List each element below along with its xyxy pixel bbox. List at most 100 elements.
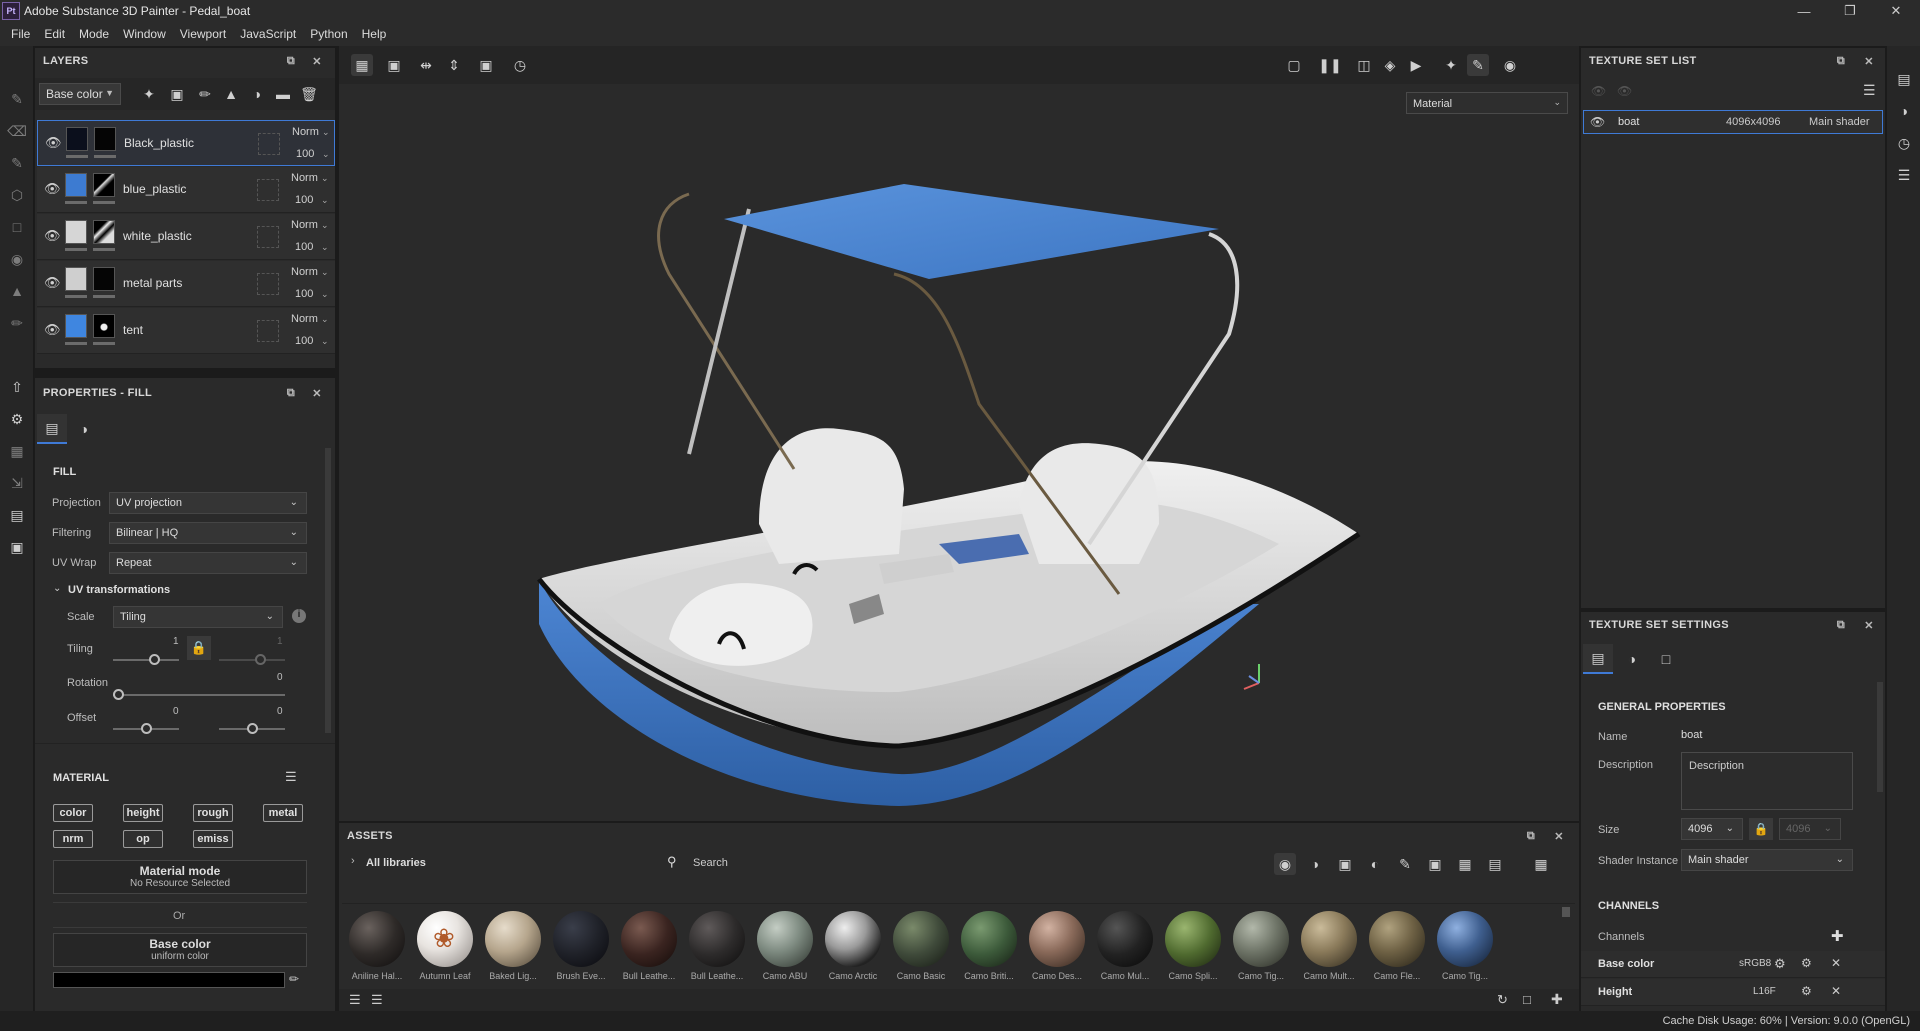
asset-thumbnail[interactable] <box>1097 911 1153 967</box>
add-folder-icon[interactable]: ▬ <box>273 84 293 104</box>
log-icon[interactable]: ☰ <box>1893 164 1915 186</box>
remove-channel-icon[interactable]: ✕ <box>1831 956 1841 970</box>
tab-uv-icon[interactable]: □ <box>1651 644 1681 674</box>
visibility-icon[interactable]: 👁 <box>1591 84 1606 98</box>
display-settings-icon[interactable]: ▤ <box>6 504 28 526</box>
float-panel-icon[interactable]: ⧉ <box>283 53 299 69</box>
chevron-down-icon[interactable]: ⌄ <box>53 583 61 594</box>
search-input[interactable]: ⚲ Search <box>661 852 1261 874</box>
projection-icon[interactable]: ✎ <box>6 152 28 174</box>
color-swatch[interactable] <box>53 972 285 988</box>
screenshot-icon[interactable]: ◉ <box>1499 54 1521 76</box>
generators-filter-icon[interactable]: ◐ <box>1364 853 1386 875</box>
asset-thumbnail[interactable] <box>1301 911 1357 967</box>
chip-op[interactable]: op <box>123 830 163 848</box>
asset-thumbnail[interactable] <box>553 911 609 967</box>
grid-options-icon[interactable]: ▣ <box>383 54 405 76</box>
list-view-icon[interactable]: ☰ <box>349 992 361 1008</box>
camera-icon[interactable]: ▶ <box>1405 54 1427 76</box>
filter-icon[interactable]: ☰ <box>371 992 383 1008</box>
asset-thumbnail[interactable] <box>961 911 1017 967</box>
layer-opacity[interactable]: 100 <box>295 241 313 253</box>
scale-select[interactable]: Tiling ⌄ <box>113 606 283 628</box>
maximize-icon[interactable]: ❐ <box>1830 0 1870 22</box>
close-panel-icon[interactable]: ✕ <box>1861 53 1877 69</box>
name-value[interactable]: boat <box>1681 729 1702 741</box>
align-icon[interactable]: ⇕ <box>443 54 465 76</box>
viewport-mode-icon[interactable]: ◫ <box>1353 54 1375 76</box>
color-picker-icon[interactable]: ✏ <box>6 312 28 334</box>
tab-settings[interactable]: ▤ <box>1583 644 1613 674</box>
clone-stamp-icon[interactable]: ▲ <box>6 280 28 302</box>
chip-emiss[interactable]: emiss <box>193 830 233 848</box>
texture-set-icon[interactable]: ▤ <box>1893 68 1915 90</box>
layer-opacity[interactable]: 100 <box>295 194 313 206</box>
remove-channel-icon[interactable]: ✕ <box>1831 984 1841 998</box>
eye-icon[interactable]: 👁 <box>1590 115 1605 129</box>
channel-format[interactable]: L16F <box>1753 986 1776 997</box>
layer-row[interactable]: 👁 metal parts Norm ⌄ 100 ⌄ <box>37 261 335 307</box>
paint-brush-icon[interactable]: ✎ <box>6 88 28 110</box>
menu-javascript[interactable]: JavaScript <box>233 27 303 41</box>
asset-thumbnail[interactable] <box>893 911 949 967</box>
tab-channels-icon[interactable]: ◑ <box>1617 644 1647 674</box>
menu-icon[interactable]: ☰ <box>1863 82 1876 99</box>
gear-icon[interactable]: ⚙ <box>1801 984 1812 998</box>
scrollbar[interactable] <box>325 448 331 733</box>
menu-mode[interactable]: Mode <box>72 27 116 41</box>
float-panel-icon[interactable]: ⧉ <box>283 385 299 401</box>
blend-mode[interactable]: Norm <box>291 172 318 184</box>
menu-window[interactable]: Window <box>116 27 173 41</box>
add-fill-layer-icon[interactable]: ▲ <box>221 84 241 104</box>
lock-icon[interactable]: 🔒 <box>187 636 211 660</box>
environment-filter-icon[interactable]: ▤ <box>1484 853 1506 875</box>
asset-thumbnail[interactable] <box>1029 911 1085 967</box>
frame-icon[interactable]: ▣ <box>475 54 497 76</box>
close-panel-icon[interactable]: ✕ <box>309 53 325 69</box>
layer-row[interactable]: 👁 tent Norm ⌄ 100 ⌄ <box>37 308 335 354</box>
add-effect-icon[interactable]: ✦ <box>139 84 159 104</box>
close-panel-icon[interactable]: ✕ <box>1861 617 1877 633</box>
eye-icon[interactable]: 👁 <box>1617 84 1632 98</box>
materials-filter-icon[interactable]: ◉ <box>1274 853 1296 875</box>
rotation-slider[interactable] <box>113 694 285 696</box>
eraser-icon[interactable]: ⌫ <box>6 120 28 142</box>
library-name[interactable]: All libraries <box>366 857 426 869</box>
asset-thumbnail[interactable] <box>825 911 881 967</box>
layer-mask-slot[interactable] <box>257 320 279 342</box>
chip-rough[interactable]: rough <box>193 804 233 822</box>
chevron-right-icon[interactable]: › <box>351 855 355 867</box>
asset-thumbnail[interactable] <box>757 911 813 967</box>
layer-opacity[interactable]: 100 <box>295 288 313 300</box>
channel-format[interactable]: sRGB8 <box>1739 958 1771 969</box>
chip-color[interactable]: color <box>53 804 93 822</box>
masks-filter-icon[interactable]: ▣ <box>1334 853 1356 875</box>
menu-icon[interactable]: ☰ <box>285 769 297 785</box>
layer-opacity[interactable]: 100 <box>295 335 313 347</box>
measure-icon[interactable]: ⇲ <box>6 472 28 494</box>
history-icon[interactable]: ◷ <box>509 54 531 76</box>
layer-mask-slot[interactable] <box>258 133 280 155</box>
shader-instance-select[interactable]: Main shader ⌄ <box>1681 849 1853 871</box>
offset-slider-2-handle[interactable] <box>247 723 258 734</box>
blend-mode[interactable]: Norm <box>292 126 319 138</box>
uv-transformations-title[interactable]: UV transformations <box>68 584 170 596</box>
menu-edit[interactable]: Edit <box>37 27 72 41</box>
tiling-slider-handle[interactable] <box>149 654 160 665</box>
bake-icon[interactable]: ⚙ <box>6 408 28 430</box>
scrollbar[interactable] <box>1562 907 1570 917</box>
channel-row[interactable]: Base color sRGB8 ⚙ ⚙ ✕ <box>1581 951 1885 978</box>
close-panel-icon[interactable]: ✕ <box>1551 828 1567 844</box>
layer-row[interactable]: 👁 blue_plastic Norm ⌄ 100 ⌄ <box>37 167 335 213</box>
asset-thumbnail[interactable] <box>349 911 405 967</box>
textures-filter-icon[interactable]: ▣ <box>1424 853 1446 875</box>
gear-icon[interactable]: ⚙ <box>1774 956 1786 972</box>
display-icon[interactable]: ◑ <box>1893 100 1915 122</box>
menu-file[interactable]: File <box>4 27 37 41</box>
delete-layer-icon[interactable]: 🗑 <box>299 84 319 104</box>
filtering-select[interactable]: Bilinear | HQ ⌄ <box>109 522 307 544</box>
smart-materials-filter-icon[interactable]: ◑ <box>1304 853 1326 875</box>
channel-select[interactable]: Base color ▼ <box>39 83 121 105</box>
eye-icon[interactable]: 👁 <box>44 228 61 244</box>
menu-python[interactable]: Python <box>303 27 354 41</box>
